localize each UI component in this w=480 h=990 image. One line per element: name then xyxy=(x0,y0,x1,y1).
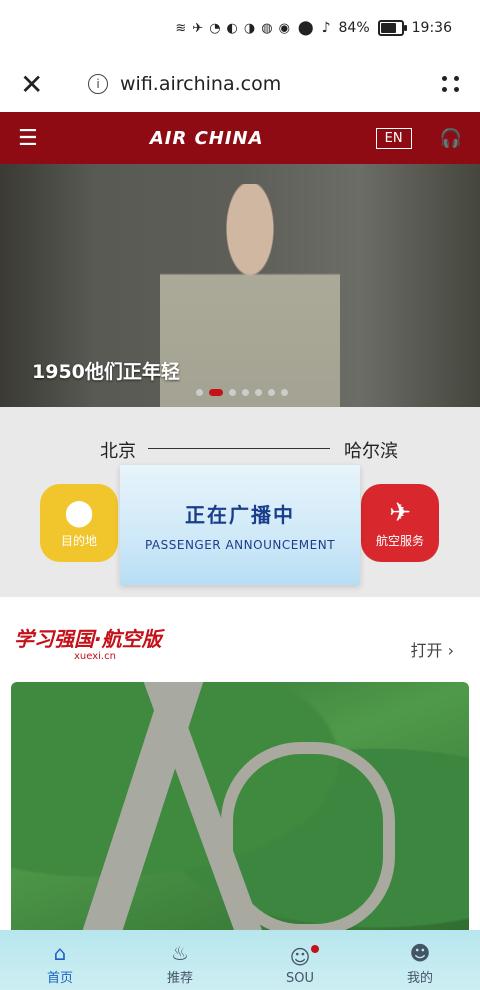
air-china-emblem-icon: ✈ xyxy=(389,497,411,528)
map-pin-icon: ⬤ xyxy=(64,497,94,528)
hero-banner[interactable]: 1950他们正年轻 xyxy=(0,164,480,407)
route-line xyxy=(148,448,330,449)
xuexi-title: 学习强国·航空版 xyxy=(14,627,162,651)
wifi-signal-icon: ◔ xyxy=(209,20,221,36)
tab-0[interactable]: ⌂ 首页 xyxy=(25,941,95,986)
globe-icon: ◍ xyxy=(261,20,273,36)
app-icon: ◐ xyxy=(226,20,238,36)
open-label: 打开 xyxy=(410,641,443,660)
bottom-tab-bar: ⌂ 首页 ♨ 推荐 ☺ SOU ☻ 我的 xyxy=(0,930,480,990)
clock: 19:36 xyxy=(411,20,452,36)
headset-icon[interactable]: 🎧 xyxy=(440,128,462,149)
tab-label: 首页 xyxy=(46,971,73,986)
carousel-dot[interactable] xyxy=(281,389,288,396)
tab-label: 推荐 xyxy=(166,971,193,986)
xuexi-section: 学习强国·航空版 xuexi.cn 打开 › xyxy=(0,597,480,942)
banner-caption: 1950他们正年轻 xyxy=(32,361,180,383)
carousel-dot[interactable] xyxy=(242,389,249,396)
chat-icon: ☺ xyxy=(289,945,311,969)
hamburger-menu-icon[interactable]: ☰ xyxy=(18,126,38,151)
tab-label: 我的 xyxy=(406,971,433,986)
status-bar: ≋ ✈ ◔ ◐ ◑ ◍ ◉ ⬤ ♪ 84% 19:36 xyxy=(0,0,480,56)
language-button[interactable]: EN xyxy=(375,127,412,149)
user-icon: ☻ xyxy=(409,941,431,965)
carousel-dot[interactable] xyxy=(209,389,223,396)
announcement-title-cn: 正在广播中 xyxy=(185,502,295,527)
origin-city: 北京 xyxy=(100,441,136,462)
banner-photo xyxy=(160,184,340,407)
airplane-icon: ✈ xyxy=(192,20,204,36)
air-china-logo: AIR CHINA xyxy=(149,127,264,149)
battery-icon xyxy=(377,20,407,36)
destination-button[interactable]: ⬤ 目的地 xyxy=(40,484,118,562)
mute-icon: ♪ xyxy=(321,20,331,36)
app-icon: ◑ xyxy=(243,20,256,36)
carousel-dot[interactable] xyxy=(255,389,262,396)
menu-dot xyxy=(454,76,459,81)
menu-dot xyxy=(442,76,447,81)
home-icon: ⌂ xyxy=(53,941,67,965)
notification-badge xyxy=(311,945,319,953)
more-menu-icon[interactable] xyxy=(442,76,460,92)
carousel-dot[interactable] xyxy=(229,389,236,396)
announcement-title-en: PASSENGER ANNOUNCEMENT xyxy=(144,537,336,552)
close-icon[interactable]: ✕ xyxy=(20,68,60,101)
menu-dot xyxy=(454,87,459,92)
chevron-right-icon: › xyxy=(447,641,454,660)
carousel-dot[interactable] xyxy=(196,389,203,396)
browser-url-bar: ✕ i wifi.airchina.com xyxy=(0,56,480,112)
battery-percent: 84% xyxy=(338,20,370,36)
destination-city: 哈尔滨 xyxy=(344,441,398,462)
highway-loop xyxy=(221,742,395,936)
xuexi-open-link[interactable]: 打开 › xyxy=(410,637,454,661)
tab-1[interactable]: ♨ 推荐 xyxy=(145,941,215,986)
xuexi-subtitle: xuexi.cn xyxy=(74,651,116,662)
menu-dot xyxy=(442,87,447,92)
air-service-label: 航空服务 xyxy=(375,533,424,548)
xuexi-feature-image[interactable] xyxy=(11,682,469,942)
air-service-button[interactable]: ✈ 航空服务 xyxy=(361,484,439,562)
passenger-announcement-overlay: 正在广播中 PASSENGER ANNOUNCEMENT xyxy=(120,465,360,585)
info-icon[interactable]: i xyxy=(88,74,108,94)
battery-fill xyxy=(380,23,396,33)
location-icon: ⬤ xyxy=(297,20,314,36)
status-icons: ≋ ✈ ◔ ◐ ◑ ◍ ◉ xyxy=(175,21,290,36)
tab-2[interactable]: ☺ SOU xyxy=(265,945,335,986)
weibo-icon: ◉ xyxy=(278,20,290,36)
tab-label: SOU xyxy=(286,971,314,986)
url-text[interactable]: wifi.airchina.com xyxy=(120,73,442,95)
destination-label: 目的地 xyxy=(60,533,97,548)
flame-icon: ♨ xyxy=(171,941,189,965)
site-header: ☰ AIR CHINA EN 🎧 xyxy=(0,112,480,164)
carousel-dots[interactable] xyxy=(196,389,288,396)
tab-3[interactable]: ☻ 我的 xyxy=(385,941,455,986)
carousel-dot[interactable] xyxy=(268,389,275,396)
wifi-icon: ≋ xyxy=(175,20,187,36)
